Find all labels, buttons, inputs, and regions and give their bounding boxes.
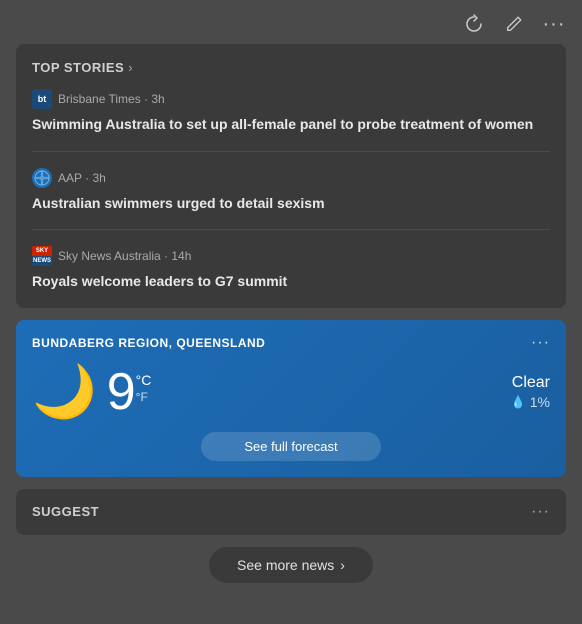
story-item[interactable]: bt Brisbane Times · 3h Swimming Australi…	[32, 89, 550, 152]
weather-right: Clear 💧 1%	[511, 374, 550, 410]
weather-temp-block: 9 °C °F	[107, 366, 152, 418]
see-more-news-label: See more news	[237, 557, 334, 573]
suggested-more-icon[interactable]: ···	[531, 503, 550, 521]
see-more-row: See more news ›	[0, 547, 582, 583]
weather-left: 🌙 9 °C °F	[32, 366, 151, 418]
top-stories-title: TOP STORIES	[32, 60, 124, 75]
source-name: Sky News Australia · 14h	[58, 249, 191, 263]
see-full-forecast-button[interactable]: See full forecast	[201, 432, 381, 461]
source-name: AAP · 3h	[58, 171, 106, 185]
temp-celsius: °C	[136, 372, 152, 388]
source-row: SKY NEWS Sky News Australia · 14h	[32, 246, 550, 266]
more-options-icon[interactable]: ···	[542, 12, 566, 36]
weather-card: BUNDABERG REGION, QUEENSLAND ··· 🌙 9 °C …	[16, 320, 566, 477]
suggested-label: SUGGEST	[32, 504, 99, 519]
refresh-icon[interactable]	[462, 12, 486, 36]
brisbane-times-logo: bt	[32, 89, 52, 109]
temp-fahrenheit: °F	[136, 390, 152, 404]
source-name: Brisbane Times · 3h	[58, 92, 165, 106]
source-row: bt Brisbane Times · 3h	[32, 89, 550, 109]
story-headline: Australian swimmers urged to detail sexi…	[32, 194, 550, 214]
weather-condition-text: Clear	[511, 374, 550, 392]
sky-news-logo: SKY NEWS	[32, 246, 52, 266]
top-stories-header[interactable]: TOP STORIES ›	[32, 60, 550, 75]
weather-main: 🌙 9 °C °F Clear 💧 1%	[32, 366, 550, 418]
weather-header: BUNDABERG REGION, QUEENSLAND ···	[32, 334, 550, 352]
droplet-icon: 💧	[511, 395, 526, 409]
story-item[interactable]: AAP · 3h Australian swimmers urged to de…	[32, 168, 550, 231]
see-more-chevron: ›	[340, 557, 345, 573]
top-bar: ···	[0, 0, 582, 44]
edit-icon[interactable]	[502, 12, 526, 36]
story-headline: Royals welcome leaders to G7 summit	[32, 272, 550, 292]
top-stories-card: TOP STORIES › bt Brisbane Times · 3h Swi…	[16, 44, 566, 308]
top-stories-chevron: ›	[128, 60, 132, 75]
suggested-card: SUGGEST ···	[16, 489, 566, 535]
weather-precipitation: 💧 1%	[511, 394, 550, 410]
source-row: AAP · 3h	[32, 168, 550, 188]
story-headline: Swimming Australia to set up all-female …	[32, 115, 550, 135]
story-item[interactable]: SKY NEWS Sky News Australia · 14h Royals…	[32, 246, 550, 292]
weather-location: BUNDABERG REGION, QUEENSLAND	[32, 336, 265, 350]
see-more-news-button[interactable]: See more news ›	[209, 547, 373, 583]
weather-more-icon[interactable]: ···	[531, 334, 550, 352]
weather-condition-icon: 🌙	[32, 366, 97, 418]
aap-logo	[32, 168, 52, 188]
precip-value: 1%	[530, 394, 550, 410]
weather-temp-units: °C °F	[136, 372, 152, 404]
weather-temperature: 9	[107, 366, 136, 418]
